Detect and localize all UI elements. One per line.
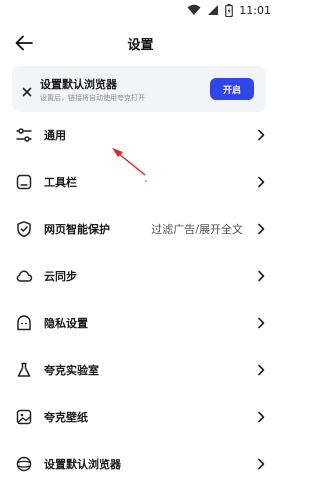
toolbar-icon bbox=[16, 174, 32, 190]
header: 设置 bbox=[0, 26, 281, 60]
flask-icon bbox=[17, 362, 31, 377]
chevron-right-icon bbox=[258, 129, 265, 141]
enable-default-browser-button[interactable]: 开启 bbox=[210, 78, 254, 100]
settings-item-label: 夸克实验室 bbox=[44, 364, 99, 377]
settings-item-label: 云同步 bbox=[44, 270, 77, 283]
settings-item-wallpaper[interactable]: 夸克壁纸 bbox=[0, 394, 281, 440]
chevron-right-icon bbox=[258, 458, 265, 470]
settings-item-value: 过滤广告/展开全文 bbox=[151, 223, 243, 236]
chevron-right-icon bbox=[258, 364, 265, 376]
cloud-icon bbox=[16, 270, 33, 282]
shield-check-icon bbox=[17, 221, 31, 238]
privacy-icon bbox=[17, 315, 31, 331]
banner-subtitle: 设置后，链接将自动使用夸克打开 bbox=[40, 94, 145, 102]
banner-title: 设置默认浏览器 bbox=[40, 78, 117, 91]
settings-item-label: 隐私设置 bbox=[44, 317, 88, 330]
banner-close-button[interactable] bbox=[21, 83, 33, 97]
signal-icon bbox=[207, 4, 219, 16]
battery-icon bbox=[225, 3, 234, 17]
settings-item-web-protection[interactable]: 网页智能保护 过滤广告/展开全文 bbox=[0, 206, 281, 252]
settings-item-label: 夸克壁纸 bbox=[44, 411, 88, 424]
chevron-right-icon bbox=[258, 317, 265, 329]
chevron-right-icon bbox=[258, 411, 265, 423]
settings-item-toolbar[interactable]: 工具栏 bbox=[0, 159, 281, 205]
default-browser-banner: 设置默认浏览器 设置后，链接将自动使用夸克打开 开启 bbox=[12, 66, 266, 112]
chevron-right-icon bbox=[258, 270, 265, 282]
settings-item-label: 设置默认浏览器 bbox=[44, 458, 121, 471]
wifi-icon bbox=[187, 4, 201, 16]
settings-item-label: 工具栏 bbox=[44, 176, 77, 189]
wallpaper-icon bbox=[16, 409, 32, 425]
close-icon bbox=[22, 87, 32, 97]
chevron-right-icon bbox=[258, 176, 265, 188]
browser-icon bbox=[16, 456, 32, 472]
sliders-icon bbox=[16, 128, 32, 142]
settings-item-quark-lab[interactable]: 夸克实验室 bbox=[0, 347, 281, 393]
status-bar: 11:01 bbox=[0, 0, 281, 20]
settings-item-privacy[interactable]: 隐私设置 bbox=[0, 300, 281, 346]
settings-screen: 11:01 设置 设置默认浏览器 设置后，链接将自动使用夸克打开 开启 通用 工… bbox=[0, 0, 281, 500]
settings-item-label: 通用 bbox=[44, 129, 66, 142]
chevron-right-icon bbox=[258, 223, 265, 235]
settings-item-general[interactable]: 通用 bbox=[0, 112, 281, 158]
page-title: 设置 bbox=[127, 38, 154, 53]
status-time: 11:01 bbox=[239, 3, 271, 17]
settings-item-label: 网页智能保护 bbox=[44, 223, 110, 236]
settings-item-cloud-sync[interactable]: 云同步 bbox=[0, 253, 281, 299]
settings-item-default-browser[interactable]: 设置默认浏览器 bbox=[0, 441, 281, 487]
